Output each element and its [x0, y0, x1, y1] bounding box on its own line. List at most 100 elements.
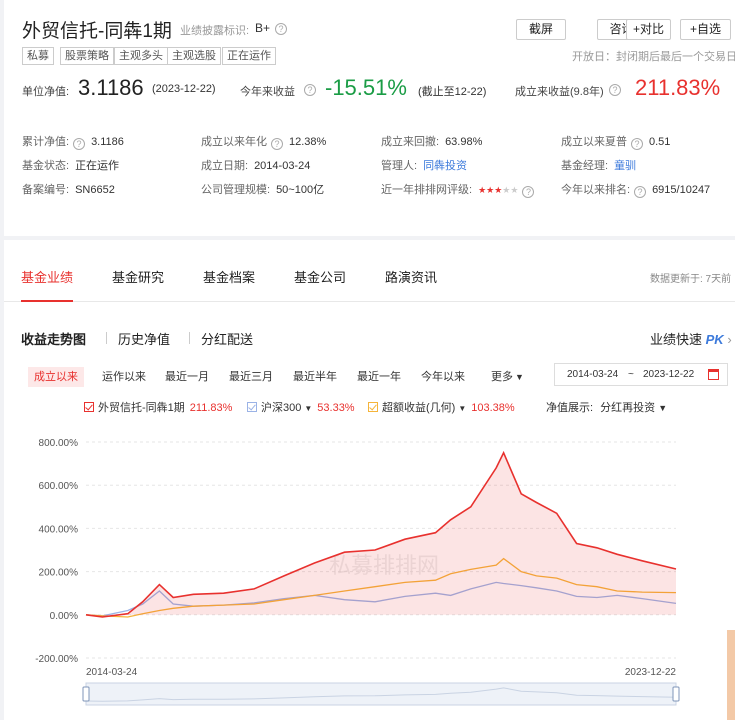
legend-value: 53.33% — [317, 402, 355, 414]
info-label: 公司管理规模: — [201, 184, 271, 196]
disclosure-grade: B+ — [255, 21, 271, 35]
tab-item[interactable]: 基金业绩 — [21, 267, 73, 286]
period-option[interactable]: 最近一年 — [351, 367, 407, 387]
question-icon[interactable]: ? — [304, 84, 316, 96]
y-tick-label: 0.00% — [50, 611, 78, 622]
rating-stars: ★★★★★ — [478, 185, 518, 195]
add-favorite-button[interactable]: +自选 — [680, 19, 731, 40]
info-label: 今年以来排名: — [561, 184, 631, 196]
nav-display-selector[interactable]: 净值展示: 分红再投资 ▼ — [546, 399, 667, 415]
period-label: 运作以来 — [102, 371, 146, 383]
info-item: 成立以来夏普? 0.51 — [561, 133, 670, 150]
period-label: 最近一月 — [165, 371, 209, 383]
period-option[interactable]: 今年以来 — [415, 367, 471, 387]
period-option[interactable]: 最近一月 — [159, 367, 215, 387]
since-inception-value: 211.83% — [635, 75, 721, 100]
period-label: 更多 — [491, 371, 513, 383]
legend-value: 103.38% — [471, 402, 515, 414]
info-item: 基金经理: 童驯 — [561, 157, 636, 173]
period-label: 最近半年 — [293, 371, 337, 383]
question-icon[interactable]: ? — [634, 186, 647, 198]
question-icon[interactable]: ? — [73, 138, 86, 150]
star-icon: ★ — [510, 185, 519, 195]
open-day-text: 开放日：封闭期后最后一个交易日/月 — [572, 51, 735, 63]
y-tick-label: 200.00% — [39, 568, 79, 579]
info-value: 2014-03-24 — [254, 160, 311, 172]
period-option[interactable]: 最近半年 — [287, 367, 343, 387]
caret-down-icon: ▼ — [458, 404, 467, 413]
tab-item[interactable]: 路演资讯 — [385, 267, 437, 286]
legend-value: 211.83% — [189, 402, 233, 414]
legend-item[interactable]: 沪深300 ▼ 53.33% — [247, 399, 355, 415]
caret-down-icon: ▼ — [658, 403, 668, 413]
info-value[interactable]: 童驯 — [614, 160, 636, 172]
caret-down-icon: ▼ — [515, 372, 524, 382]
performance-card: 基金业绩 基金研究 基金档案 基金公司 路演资讯 数据更新于: 7天前 收益走势图 历史净… — [4, 240, 735, 720]
y-tick-label: 400.00% — [39, 524, 79, 535]
period-option[interactable]: 更多 ▼ — [485, 367, 530, 387]
subtab-item[interactable]: 历史净值 — [118, 329, 170, 348]
subtab-item[interactable]: 收益走势图 — [21, 329, 86, 348]
checkbox-icon[interactable] — [84, 402, 94, 412]
info-value: 正在运作 — [75, 160, 120, 172]
info-label: 基金经理: — [561, 160, 609, 172]
info-item: 今年以来排名:? 6915/10247 — [561, 181, 710, 198]
tab-item[interactable]: 基金公司 — [294, 267, 346, 286]
ytd-value: -15.51% — [325, 75, 407, 100]
screenshot-button[interactable]: 截屏 — [516, 19, 566, 40]
fund-tag: 正在运作 — [222, 47, 276, 65]
y-tick-label: 600.00% — [39, 481, 79, 492]
period-option[interactable]: 最近三月 — [223, 367, 279, 387]
question-icon[interactable]: ? — [631, 138, 643, 150]
quick-pk-link[interactable]: 业绩快速 PK › — [650, 329, 732, 348]
legend-item[interactable]: 外贸信托-同犇1期 211.83% — [84, 399, 232, 415]
info-item: 成立以来年化? 12.38% — [201, 133, 326, 150]
period-option[interactable]: 成立以来 — [28, 367, 84, 387]
fund-tag: 主观多头 — [114, 47, 168, 65]
question-icon[interactable]: ? — [271, 138, 283, 150]
info-label: 成立来回撤: — [381, 136, 440, 148]
period-label: 今年以来 — [421, 371, 465, 383]
date-to: 2023-12-22 — [643, 369, 695, 380]
pk-badge: PK — [705, 332, 724, 347]
info-label: 成立以来夏普 — [561, 136, 627, 148]
legend-name: 沪深300 — [261, 402, 302, 414]
period-label: 成立以来 — [34, 371, 78, 383]
nav-display-label: 净值展示: — [546, 402, 594, 414]
info-label: 成立以来年化 — [201, 136, 267, 148]
date-from: 2014-03-24 — [567, 369, 619, 380]
side-ad-strip[interactable] — [727, 630, 735, 720]
nav-label: 单位净值: — [22, 86, 70, 98]
compare-button[interactable]: +对比 — [626, 19, 671, 40]
checkbox-icon[interactable] — [247, 402, 257, 412]
period-option[interactable]: 运作以来 — [96, 367, 152, 387]
calendar-icon[interactable] — [708, 369, 719, 380]
date-separator: ~ — [628, 369, 634, 380]
subtab-item[interactable]: 分红配送 — [201, 329, 253, 348]
question-icon[interactable]: ? — [609, 84, 621, 96]
info-item: 备案编号: SN6652 — [22, 181, 115, 197]
info-value: 3.1186 — [91, 136, 124, 148]
info-value[interactable]: 同犇投资 — [423, 160, 467, 172]
since-inception-label: 成立来收益(9.8年) — [515, 86, 604, 98]
info-value: SN6652 — [75, 184, 115, 196]
x-tick-label: 2014-03-24 — [86, 667, 138, 678]
date-range-picker[interactable]: 2014-03-24 ~ 2023-12-22 — [554, 363, 728, 386]
chevron-right-icon: › — [727, 332, 732, 347]
question-icon[interactable]: ? — [522, 186, 535, 198]
fund-tag: 私募 — [22, 47, 54, 65]
checkbox-icon[interactable] — [368, 402, 378, 412]
tab-item[interactable]: 基金档案 — [203, 267, 255, 286]
info-item: 成立来回撤: 63.98% — [381, 133, 482, 149]
legend-item[interactable]: 超额收益(几何) ▼ 103.38% — [368, 399, 515, 415]
tab-item[interactable]: 基金研究 — [112, 267, 164, 286]
info-label: 备案编号: — [22, 184, 70, 196]
info-value: 63.98% — [445, 136, 483, 148]
info-item: 公司管理规模: 50~100亿 — [201, 181, 324, 197]
fund-tag: 股票策略 — [60, 47, 114, 65]
range-handle-right — [672, 686, 680, 702]
performance-chart[interactable]: 800.00% 600.00% 400.00% 200.00% 0.00% -200.00… — [4, 425, 735, 720]
nav-date: (2023-12-22) — [152, 83, 216, 95]
question-icon[interactable]: ? — [275, 23, 287, 35]
subtab-divider — [106, 332, 107, 344]
